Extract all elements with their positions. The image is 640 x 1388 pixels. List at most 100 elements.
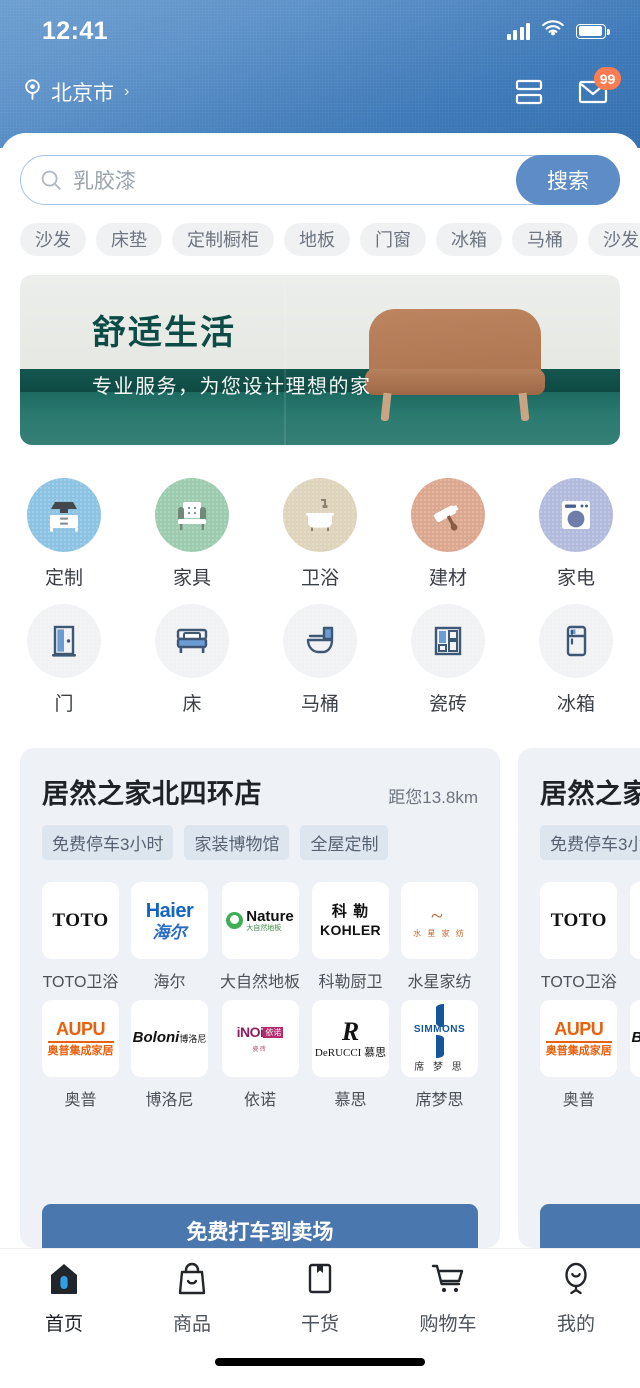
store-card[interactable]: 居然之家北四环店 距您13.8km 免费停车3小时 家装博物馆 全屋定制 TOT… <box>20 748 500 1248</box>
brand-item[interactable]: Boloni博洛尼 <box>629 1000 640 1110</box>
store-distance: 距您13.8km <box>388 788 478 807</box>
haier-logo-cn: 海尔 <box>152 922 187 942</box>
battery-icon <box>576 23 610 39</box>
tab-label: 商品 <box>172 1314 211 1335</box>
category-冰箱[interactable]: 冰箱 <box>512 604 640 716</box>
tab-profile[interactable]: 我的 <box>512 1261 640 1336</box>
header-actions: 99 <box>510 67 621 111</box>
brand-item[interactable]: ~ 水 星 家 纺 水星家纺 <box>401 882 479 992</box>
banner-title: 舒适生活 <box>92 314 236 352</box>
derucci-logo: R DeRUCCI 慕思 <box>312 1000 390 1077</box>
category-label: 门 <box>54 694 74 715</box>
brand-name: TOTO卫浴 <box>42 974 119 991</box>
category-家具[interactable]: 家具 <box>128 478 256 590</box>
brand-grid: TOTO TOTO卫浴 Haier海尔 Nature大自然地板 科 勒KOHLE… <box>540 882 640 1110</box>
brand-item[interactable]: Haier 海尔 海尔 <box>131 882 208 992</box>
brand-grid: TOTO TOTO卫浴 Haier 海尔 海尔 Nature 大自然地板 大自然地板… <box>42 882 479 1110</box>
location-selector[interactable]: 北京市 › <box>22 77 129 107</box>
tab-products[interactable]: 商品 <box>128 1261 256 1336</box>
aupu-logo-cn: 奥普集成家居 <box>47 1044 114 1057</box>
nature-logo-en: Nature <box>246 908 294 925</box>
category-grid: 定制 家具 卫浴 建材 家电 门 床 马桶 瓷砖 冰箱 <box>0 478 640 716</box>
category-label: 马桶 <box>300 694 339 715</box>
brand-item[interactable]: AUPU 奥普集成家居 奥普 <box>540 1000 618 1110</box>
chip-6[interactable]: 马桶 <box>512 222 578 256</box>
bed-icon <box>155 604 229 678</box>
store-tag: 免费停车3小时 <box>42 825 174 860</box>
tab-knowledge[interactable]: 干货 <box>256 1261 384 1336</box>
category-马桶[interactable]: 马桶 <box>256 604 384 716</box>
category-瓷砖[interactable]: 瓷砖 <box>384 604 512 716</box>
banner-wall-seam <box>284 275 286 445</box>
boloni-logo: Boloni博洛尼 <box>629 1000 640 1077</box>
mercury-logo: ~ 水 星 家 纺 <box>401 882 479 959</box>
chip-5[interactable]: 冰箱 <box>436 222 502 256</box>
brand-item[interactable]: Nature 大自然地板 大自然地板 <box>220 882 300 992</box>
chip-1[interactable]: 床垫 <box>96 222 162 256</box>
brand-name: 水星家纺 <box>407 974 472 991</box>
brand-item[interactable]: iNOi 依诺 瓷砖 依诺 <box>220 1000 300 1110</box>
search-bar[interactable]: 搜索 <box>20 155 620 205</box>
category-建材[interactable]: 建材 <box>384 478 512 590</box>
toilet-icon <box>283 604 357 678</box>
chevron-right-icon: › <box>124 83 130 100</box>
free-taxi-button[interactable]: 免费打车到卖场 <box>42 1204 478 1248</box>
chip-2[interactable]: 定制橱柜 <box>172 222 274 256</box>
aupu-logo: AUPU 奥普集成家居 <box>540 1000 618 1077</box>
location-label: 北京市 <box>51 82 114 105</box>
store-card-carousel[interactable]: 居然之家北四环店 距您13.8km 免费停车3小时 家装博物馆 全屋定制 TOT… <box>0 748 640 1248</box>
quick-search-chips[interactable]: 沙发 床垫 定制橱柜 地板 门窗 冰箱 马桶 沙发 <box>0 220 640 258</box>
brand-item[interactable]: Boloni博洛尼 博洛尼 <box>131 1000 208 1110</box>
haier-logo: Haier海尔 <box>629 882 640 959</box>
category-门[interactable]: 门 <box>0 604 128 716</box>
promo-banner[interactable]: 舒适生活 专业服务，为您设计理想的家 <box>20 275 620 445</box>
banner-sofa-illustration <box>365 309 545 422</box>
store-name: 居然之家北四环店 <box>42 779 262 809</box>
aupu-logo-en: AUPU <box>545 1019 612 1043</box>
toto-logo-text: TOTO <box>52 909 109 931</box>
category-定制[interactable]: 定制 <box>0 478 128 590</box>
brand-name: 博洛尼 <box>145 1092 194 1109</box>
search-input[interactable] <box>73 168 516 192</box>
category-卫浴[interactable]: 卫浴 <box>256 478 384 590</box>
toto-logo-text: TOTO <box>550 909 607 931</box>
store-card[interactable]: 居然之家 免费停车3小时 TOTO TOTO卫浴 Haier海尔 Nature大… <box>518 748 640 1248</box>
brand-item[interactable]: R DeRUCCI 慕思 慕思 <box>312 1000 390 1110</box>
category-label: 冰箱 <box>556 694 595 715</box>
search-button[interactable]: 搜索 <box>516 155 620 205</box>
store-tag: 家装博物馆 <box>184 825 290 860</box>
brand-item[interactable]: AUPU 奥普集成家居 奥普 <box>42 1000 119 1110</box>
store-name: 居然之家 <box>540 779 640 809</box>
store-tags: 免费停车3小时 <box>540 825 640 860</box>
category-家电[interactable]: 家电 <box>512 478 640 590</box>
brand-item[interactable]: Haier海尔 <box>629 882 640 992</box>
search-icon <box>39 168 63 192</box>
chip-3[interactable]: 地板 <box>284 222 350 256</box>
door-icon <box>27 604 101 678</box>
brand-item[interactable]: TOTO TOTO卫浴 <box>42 882 119 992</box>
brand-item[interactable]: SIMMONS 席 梦 思 席梦思 <box>401 1000 479 1110</box>
mercury-logo-cn: 水 星 家 纺 <box>413 928 466 938</box>
brand-name: 依诺 <box>244 1092 277 1109</box>
brand-item[interactable]: 科 勒 KOHLER 科勒厨卫 <box>312 882 390 992</box>
chip-4[interactable]: 门窗 <box>360 222 426 256</box>
layout-toggle-icon[interactable] <box>510 73 548 111</box>
mail-badge: 99 <box>594 67 621 90</box>
tab-home[interactable]: 首页 <box>0 1261 128 1336</box>
brand-name: 海尔 <box>153 974 186 991</box>
brand-name: 科勒厨卫 <box>318 974 383 991</box>
inoi-logo-en: iNOi <box>236 1024 264 1040</box>
free-taxi-button[interactable]: 免费打车到卖场 <box>540 1204 640 1248</box>
tab-cart[interactable]: 购物车 <box>384 1261 512 1336</box>
chip-7[interactable]: 沙发 <box>588 222 640 256</box>
chip-0[interactable]: 沙发 <box>20 222 86 256</box>
store-tags: 免费停车3小时 家装博物馆 全屋定制 <box>42 825 478 860</box>
boloni-logo-en: Boloni <box>632 1029 640 1046</box>
refrigerator-icon <box>539 604 613 678</box>
brand-item[interactable]: TOTO TOTO卫浴 <box>540 882 618 992</box>
boloni-logo-cn: 博洛尼 <box>179 1034 207 1045</box>
status-bar: 12:41 <box>0 0 640 62</box>
category-床[interactable]: 床 <box>128 604 256 716</box>
mail-button[interactable]: 99 <box>574 67 621 111</box>
aupu-logo: AUPU 奥普集成家居 <box>42 1000 119 1077</box>
